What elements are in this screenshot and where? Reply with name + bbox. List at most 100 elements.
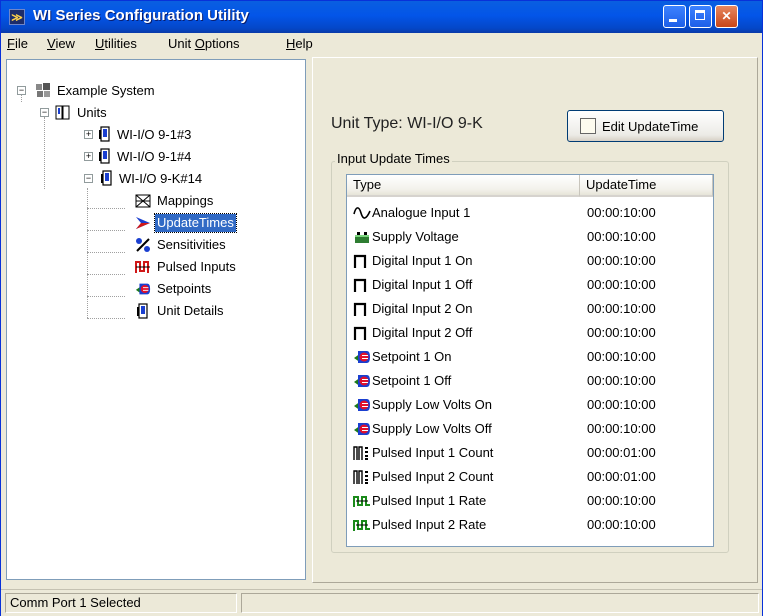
setpoint-icon (353, 397, 371, 413)
table-row[interactable]: Supply Low Volts Off 00:00:10:00 (347, 417, 713, 441)
row-updatetime: 00:00:10:00 (587, 397, 656, 412)
update-times-list[interactable]: Type UpdateTime Analogue Input 1 00:00:10… (346, 174, 714, 547)
expand-icon[interactable]: + (84, 130, 93, 139)
status-text: Comm Port 1 Selected (5, 593, 237, 613)
tree-node-updatetimes[interactable]: UpdateTimes (11, 213, 301, 233)
row-type: Digital Input 1 On (372, 253, 473, 268)
table-row[interactable]: Pulsed Input 1 Count 00:00:01:00 (347, 441, 713, 465)
row-type: Digital Input 2 Off (372, 325, 473, 340)
units-icon (55, 105, 70, 120)
setpoint-icon (353, 349, 371, 365)
tree-label-unit-details: Unit Details (157, 303, 224, 318)
tree-label-mappings: Mappings (157, 193, 214, 208)
menu-utilities[interactable]: Utilities (95, 36, 137, 51)
table-row[interactable]: Digital Input 1 On 00:00:10:00 (347, 249, 713, 273)
row-type: Supply Low Volts Off (372, 421, 492, 436)
unit-device-icon (99, 170, 115, 186)
edit-document-icon (580, 118, 596, 134)
row-updatetime: 00:00:10:00 (587, 253, 656, 268)
table-row[interactable]: Analogue Input 1 00:00:10:00 (347, 201, 713, 225)
unit-type-label: Unit Type: WI-I/O 9-K (331, 115, 483, 132)
main-window: ≫ WI Series Configuration Utility ✕ File… (0, 0, 763, 616)
system-icon (36, 83, 50, 97)
table-row[interactable]: Pulsed Input 1 Rate 00:00:10:00 (347, 489, 713, 513)
tree-node-unit-1[interactable]: + WI-I/O 9-1#3 (11, 126, 301, 144)
row-updatetime: 00:00:01:00 (587, 469, 656, 484)
tree-node-unit-2[interactable]: + WI-I/O 9-1#4 (11, 148, 301, 166)
column-header-type[interactable]: Type (347, 175, 580, 197)
maximize-button[interactable] (689, 5, 712, 28)
pulse-count-icon (353, 445, 371, 461)
setpoint-icon (353, 373, 371, 389)
setpoint-icon (353, 421, 371, 437)
tree-view[interactable]: − Example System − Units + WI-I/O 9-1#3 … (6, 59, 306, 580)
table-row[interactable]: Supply Voltage 00:00:10:00 (347, 225, 713, 249)
row-type: Analogue Input 1 (372, 205, 471, 220)
menu-help[interactable]: Help (286, 36, 313, 51)
tree-node-units[interactable]: − Units (11, 104, 301, 122)
minimize-button[interactable] (663, 5, 686, 28)
pulse-count-icon (353, 469, 371, 485)
status-panel-empty (241, 593, 759, 613)
menu-bar: File View Utilities Unit Options Help (1, 33, 762, 53)
unit-device-icon (97, 148, 113, 164)
tree-node-example-system[interactable]: − Example System (11, 82, 301, 100)
close-icon: ✕ (721, 9, 732, 23)
minimize-icon (669, 19, 677, 22)
table-row[interactable]: Setpoint 1 On 00:00:10:00 (347, 345, 713, 369)
row-type: Supply Low Volts On (372, 397, 492, 412)
window-title: WI Series Configuration Utility (33, 7, 249, 24)
tree-label-root: Example System (57, 83, 155, 98)
table-row[interactable]: Digital Input 2 Off 00:00:10:00 (347, 321, 713, 345)
row-type: Setpoint 1 Off (372, 373, 452, 388)
row-updatetime: 00:00:10:00 (587, 301, 656, 316)
table-row[interactable]: Pulsed Input 2 Count 00:00:01:00 (347, 465, 713, 489)
group-title: Input Update Times (335, 151, 452, 166)
table-row[interactable]: Digital Input 2 On 00:00:10:00 (347, 297, 713, 321)
tree-label-unit-3: WI-I/O 9-K#14 (119, 171, 203, 186)
tree-node-unit-3[interactable]: − WI-I/O 9-K#14 (11, 170, 301, 188)
table-row[interactable]: Digital Input 1 Off 00:00:10:00 (347, 273, 713, 297)
edit-updatetime-button[interactable]: Edit UpdateTime (567, 110, 724, 142)
row-type: Digital Input 2 On (372, 301, 473, 316)
status-bar: Comm Port 1 Selected (1, 589, 762, 616)
row-type: Pulsed Input 2 Count (372, 469, 494, 484)
column-header-updatetime[interactable]: UpdateTime (580, 175, 713, 197)
menu-unit-options[interactable]: Unit Options (168, 36, 240, 51)
close-button[interactable]: ✕ (715, 5, 738, 28)
title-bar[interactable]: ≫ WI Series Configuration Utility ✕ (1, 1, 762, 33)
tree-label-updatetimes: UpdateTimes (154, 213, 237, 233)
menu-file[interactable]: File (7, 36, 28, 51)
collapse-icon[interactable]: − (17, 86, 26, 95)
row-updatetime: 00:00:10:00 (587, 229, 656, 244)
app-icon[interactable]: ≫ (9, 9, 25, 25)
table-row[interactable]: Pulsed Input 2 Rate 00:00:10:00 (347, 513, 713, 537)
row-updatetime: 00:00:10:00 (587, 493, 656, 508)
row-type: Pulsed Input 1 Rate (372, 493, 487, 508)
tree-node-unit-details[interactable]: Unit Details (11, 302, 301, 320)
menu-view[interactable]: View (47, 36, 75, 51)
row-updatetime: 00:00:10:00 (587, 325, 656, 340)
tree-label-setpoints: Setpoints (157, 281, 212, 296)
row-updatetime: 00:00:10:00 (587, 349, 656, 364)
tree-label-sensitivities: Sensitivities (157, 237, 226, 252)
details-panel: Unit Type: WI-I/O 9-K Edit UpdateTime In… (312, 57, 758, 583)
tree-node-pulsed-inputs[interactable]: Pulsed Inputs (11, 258, 301, 276)
row-type: Supply Voltage (372, 229, 459, 244)
expand-icon[interactable]: + (84, 152, 93, 161)
tree-node-mappings[interactable]: Mappings (11, 192, 301, 210)
table-row[interactable]: Supply Low Volts On 00:00:10:00 (347, 393, 713, 417)
digital-pulse-icon (353, 325, 371, 341)
row-updatetime: 00:00:10:00 (587, 277, 656, 292)
tree-label-units: Units (77, 105, 107, 120)
pane-splitter[interactable] (307, 55, 311, 583)
collapse-icon[interactable]: − (40, 108, 49, 117)
tree-node-sensitivities[interactable]: Sensitivities (11, 236, 301, 254)
digital-pulse-icon (353, 277, 371, 293)
row-type: Setpoint 1 On (372, 349, 452, 364)
analogue-wave-icon (353, 205, 371, 221)
tree-node-setpoints[interactable]: Setpoints (11, 280, 301, 298)
row-type: Pulsed Input 2 Rate (372, 517, 487, 532)
table-row[interactable]: Setpoint 1 Off 00:00:10:00 (347, 369, 713, 393)
collapse-icon[interactable]: − (84, 174, 93, 183)
